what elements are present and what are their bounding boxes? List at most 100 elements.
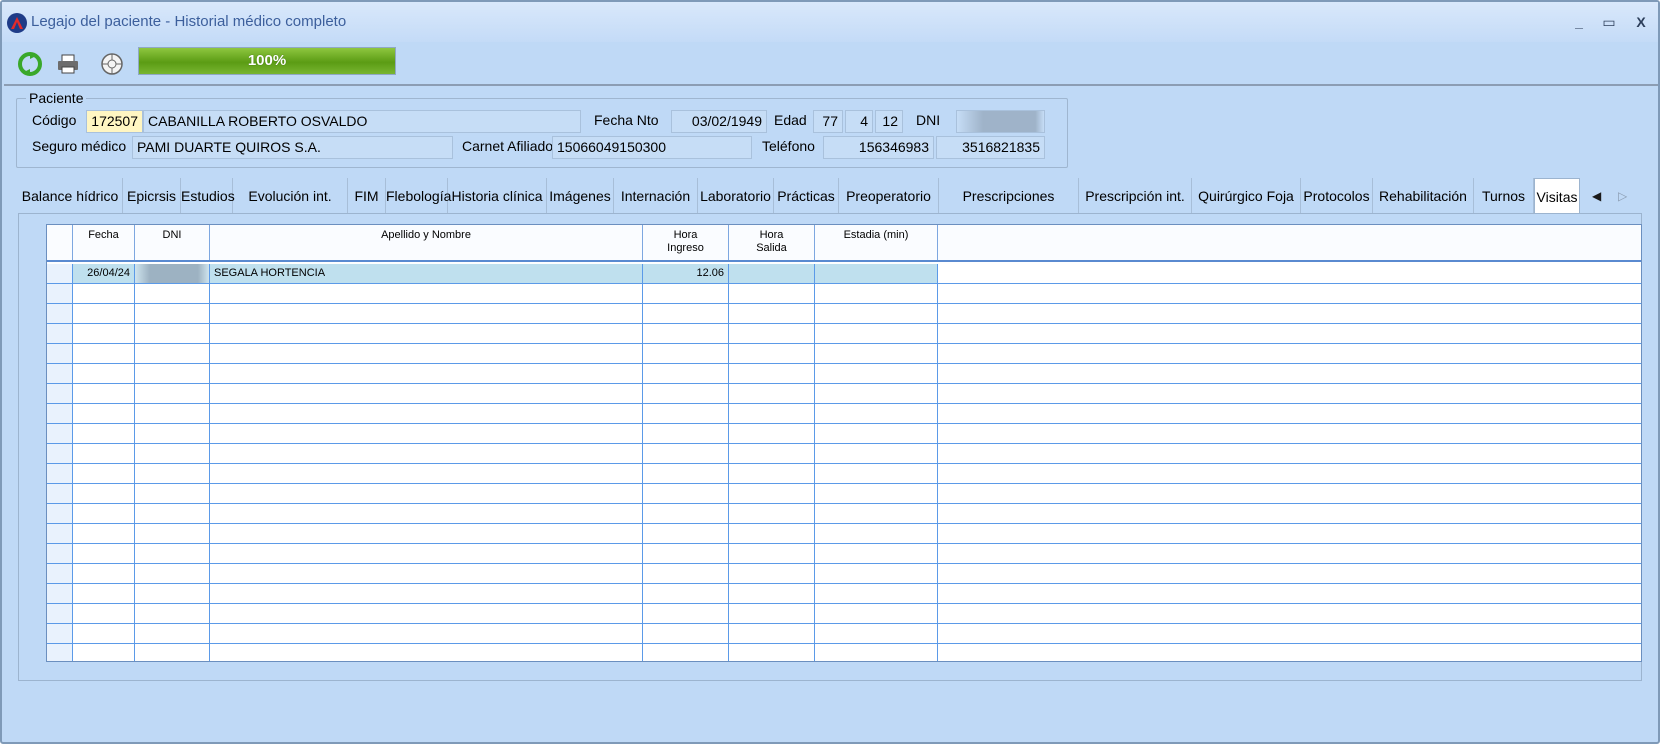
row-selector[interactable]	[47, 624, 73, 643]
cell-estadia[interactable]	[815, 464, 938, 483]
row-selector[interactable]	[47, 524, 73, 543]
tab-fim[interactable]: FIM	[348, 178, 386, 214]
table-row[interactable]	[47, 304, 1641, 324]
edad-meses-field[interactable]: 4	[845, 110, 873, 133]
cell-estadia[interactable]	[815, 584, 938, 603]
cell-hora-salida[interactable]	[729, 344, 815, 363]
header-dni[interactable]: DNI	[135, 225, 210, 260]
cell-hora-ingreso[interactable]	[643, 524, 729, 543]
table-row[interactable]	[47, 424, 1641, 444]
cell-fecha[interactable]	[73, 484, 135, 503]
cell-estadia[interactable]	[815, 644, 938, 661]
tab-flebología[interactable]: Flebología	[386, 178, 451, 214]
cell-nombre[interactable]	[210, 624, 643, 643]
seguro-field[interactable]: PAMI DUARTE QUIROS S.A.	[132, 136, 453, 159]
cell-dni[interactable]	[135, 324, 210, 343]
cell-estadia[interactable]	[815, 424, 938, 443]
cell-estadia[interactable]	[815, 524, 938, 543]
cell-hora-salida[interactable]	[729, 324, 815, 343]
cell-dni[interactable]	[135, 284, 210, 303]
cell-hora-salida[interactable]	[729, 584, 815, 603]
cell-dni[interactable]	[135, 304, 210, 323]
tab-estudios[interactable]: Estudios	[181, 178, 235, 214]
cell-nombre[interactable]	[210, 464, 643, 483]
cell-estadia[interactable]	[815, 544, 938, 563]
tab-internación[interactable]: Internación	[614, 178, 698, 214]
cell-estadia[interactable]	[815, 504, 938, 523]
cell-dni[interactable]	[135, 584, 210, 603]
cell-hora-ingreso[interactable]	[643, 604, 729, 623]
tab-preoperatorio[interactable]: Preoperatorio	[839, 178, 939, 214]
cell-dni[interactable]	[135, 564, 210, 583]
row-selector[interactable]	[47, 484, 73, 503]
cell-hora-ingreso[interactable]	[643, 324, 729, 343]
tab-scroll-left-icon[interactable]: ◀	[1592, 189, 1601, 203]
cell-nombre[interactable]: SEGALA HORTENCIA	[210, 264, 643, 283]
cell-hora-ingreso[interactable]	[643, 644, 729, 661]
row-selector[interactable]	[47, 444, 73, 463]
cell-hora-ingreso[interactable]	[643, 464, 729, 483]
tab-quirúrgico-foja[interactable]: Quirúrgico Foja	[1192, 178, 1301, 214]
table-row[interactable]	[47, 564, 1641, 584]
header-fecha[interactable]: Fecha	[73, 225, 135, 260]
row-selector[interactable]	[47, 424, 73, 443]
cell-nombre[interactable]	[210, 384, 643, 403]
tab-laboratorio[interactable]: Laboratorio	[698, 178, 774, 214]
cell-dni[interactable]	[135, 464, 210, 483]
cell-nombre[interactable]	[210, 284, 643, 303]
cell-hora-salida[interactable]	[729, 284, 815, 303]
printer-icon[interactable]	[54, 50, 82, 78]
cell-hora-ingreso[interactable]	[643, 304, 729, 323]
cell-fecha[interactable]	[73, 604, 135, 623]
cell-estadia[interactable]	[815, 404, 938, 423]
cell-hora-ingreso[interactable]	[643, 564, 729, 583]
cell-nombre[interactable]	[210, 364, 643, 383]
cell-nombre[interactable]	[210, 304, 643, 323]
cell-dni[interactable]	[135, 424, 210, 443]
carnet-field[interactable]: 15066049150300	[552, 136, 752, 159]
cell-estadia[interactable]	[815, 624, 938, 643]
cell-estadia[interactable]	[815, 444, 938, 463]
table-row[interactable]	[47, 464, 1641, 484]
tab-scroll-right-icon[interactable]: ▷	[1618, 189, 1627, 203]
table-row[interactable]	[47, 544, 1641, 564]
cell-fecha[interactable]: 26/04/24	[73, 264, 135, 283]
tab-evolución-int[interactable]: Evolución int.	[233, 178, 348, 214]
cell-nombre[interactable]	[210, 404, 643, 423]
row-selector[interactable]	[47, 264, 73, 283]
cell-fecha[interactable]	[73, 344, 135, 363]
cell-dni[interactable]	[135, 484, 210, 503]
cell-fecha[interactable]	[73, 584, 135, 603]
table-row[interactable]: 26/04/24 SEGALA HORTENCIA 12.06	[47, 264, 1641, 284]
cell-hora-salida[interactable]	[729, 484, 815, 503]
cell-estadia[interactable]	[815, 304, 938, 323]
cell-hora-salida[interactable]	[729, 564, 815, 583]
cell-hora-ingreso[interactable]	[643, 504, 729, 523]
cell-hora-ingreso[interactable]	[643, 584, 729, 603]
header-estadia[interactable]: Estadia (min)	[815, 225, 938, 260]
cell-hora-salida[interactable]	[729, 604, 815, 623]
tab-visitas[interactable]: Visitas	[1534, 178, 1580, 216]
cell-estadia[interactable]	[815, 564, 938, 583]
row-selector[interactable]	[47, 404, 73, 423]
cell-estadia[interactable]	[815, 324, 938, 343]
tab-historia-clínica[interactable]: Historia clínica	[448, 178, 547, 214]
cell-fecha[interactable]	[73, 364, 135, 383]
table-row[interactable]	[47, 324, 1641, 344]
cell-nombre[interactable]	[210, 604, 643, 623]
cell-fecha[interactable]	[73, 464, 135, 483]
header-nombre[interactable]: Apellido y Nombre	[210, 225, 643, 260]
cell-estadia[interactable]	[815, 364, 938, 383]
nombre-field[interactable]: CABANILLA ROBERTO OSVALDO	[143, 110, 581, 133]
cell-hora-salida[interactable]	[729, 624, 815, 643]
cell-hora-salida[interactable]	[729, 364, 815, 383]
telefono1-field[interactable]: 156346983	[823, 136, 934, 159]
cell-hora-salida[interactable]	[729, 404, 815, 423]
tab-prescripción-int[interactable]: Prescripción int.	[1079, 178, 1192, 214]
header-hora-salida[interactable]: Hora Salida	[729, 225, 815, 260]
row-selector[interactable]	[47, 464, 73, 483]
row-selector[interactable]	[47, 564, 73, 583]
cell-hora-ingreso[interactable]	[643, 544, 729, 563]
cell-dni[interactable]	[135, 264, 210, 283]
cell-fecha[interactable]	[73, 544, 135, 563]
